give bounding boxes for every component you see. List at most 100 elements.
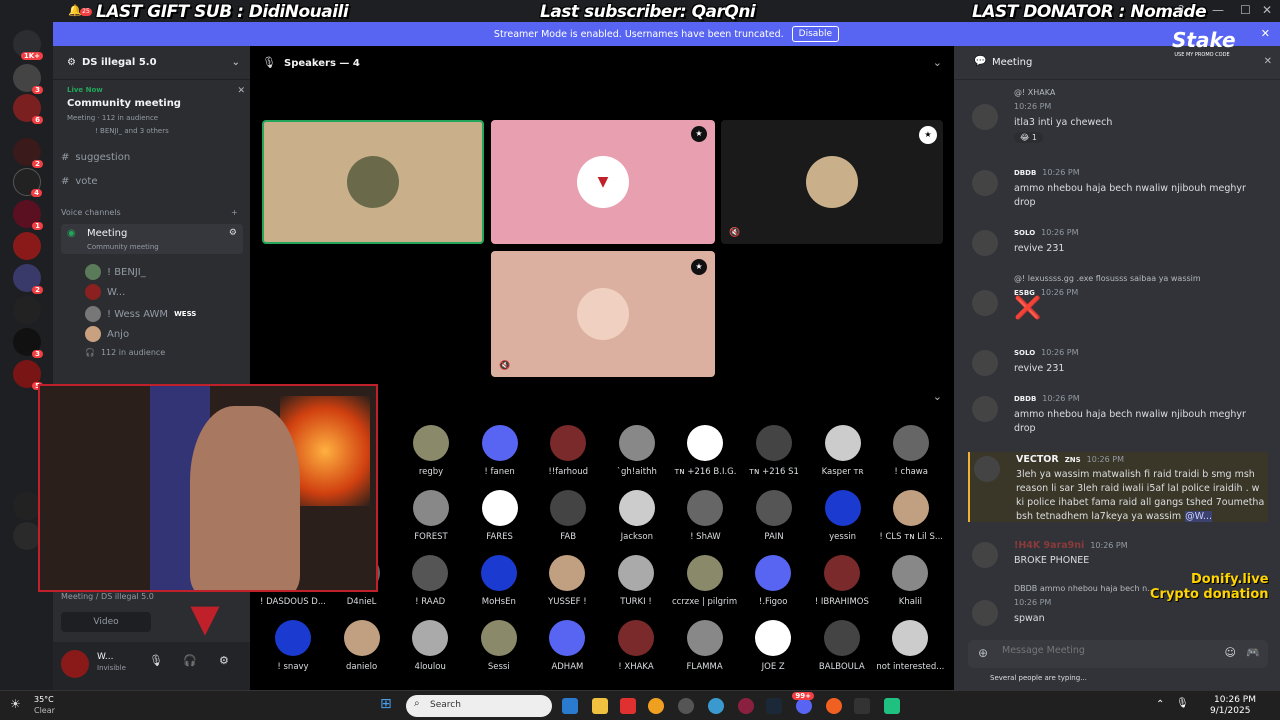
audience-member[interactable]: danielo — [327, 620, 397, 672]
speaker-tile[interactable]: ★ 🔇 — [491, 251, 715, 377]
author-name[interactable]: !H4K 9ara9ni — [1014, 540, 1084, 551]
user-mention[interactable]: @W... — [1185, 511, 1213, 522]
audience-member[interactable]: ! ShAW — [670, 490, 740, 542]
channel-suggestion[interactable]: # suggestion — [61, 152, 130, 163]
avatar[interactable] — [972, 104, 998, 130]
app-icon[interactable] — [678, 698, 694, 714]
avatar[interactable] — [974, 456, 1000, 482]
server-icon[interactable]: 3 — [13, 64, 43, 94]
app-icon[interactable] — [738, 698, 754, 714]
audience-member[interactable]: FLAMMA — [670, 620, 740, 672]
audience-member[interactable]: yessin — [808, 490, 878, 542]
gamepad-icon[interactable]: 🎮 — [1246, 646, 1260, 659]
live-stage-card[interactable]: Live Now Community meeting Meeting · 112… — [67, 86, 247, 135]
audience-member[interactable]: Kasper ᴛʀ — [808, 425, 878, 477]
clock-date[interactable]: 9/1/2025 — [1210, 706, 1250, 716]
speaker-tile[interactable]: ▼ ★ — [491, 120, 715, 244]
audience-member[interactable]: ᴛɴ +216 S1 — [739, 425, 809, 477]
reaction-pill[interactable]: 😂 1 — [1014, 132, 1043, 143]
audience-member[interactable]: ADHAM — [532, 620, 602, 672]
server-icon[interactable]: 6 — [13, 94, 43, 124]
chat-message[interactable]: @! XHAKA 10:26 PM itla3 inti ya chewech 😂 1 — [968, 86, 1268, 156]
file-explorer-icon[interactable] — [592, 698, 608, 714]
avatar[interactable] — [972, 350, 998, 376]
audience-member[interactable]: ! IBRAHIMOS — [807, 555, 877, 607]
microphone-icon[interactable]: 🎙 — [149, 654, 163, 667]
audience-member[interactable]: ccrzxe | pilgrim — [670, 555, 740, 607]
close-window-icon[interactable]: ✕ — [1262, 3, 1272, 17]
audience-member[interactable]: MoHsEn — [464, 555, 534, 607]
voice-member[interactable]: Anjo — [85, 326, 129, 342]
audience-member[interactable]: JOE Z — [738, 620, 808, 672]
audience-member[interactable]: ! snavy — [258, 620, 328, 672]
home-icon[interactable]: 1K+ — [13, 30, 43, 60]
avatar[interactable] — [972, 542, 998, 568]
chat-message[interactable]: VECTOR ZNS 10:26 PM 3leh ya wassim matwalis… — [968, 452, 1268, 522]
server-icon[interactable]: 3 — [13, 328, 43, 358]
voice-path[interactable]: Meeting / DS illegal 5.0 — [61, 592, 154, 601]
close-banner-icon[interactable]: ✕ — [1261, 27, 1270, 40]
audience-member[interactable]: PAIN — [739, 490, 809, 542]
server-icon[interactable] — [13, 522, 41, 550]
app-icon[interactable] — [854, 698, 870, 714]
reply-preview[interactable]: DBDB ammo nhebou haja bech n... — [1014, 584, 1155, 593]
emoji-icon[interactable]: ☺ — [1225, 646, 1236, 659]
audience-member[interactable]: regby — [396, 425, 466, 477]
audience-member[interactable]: ! CLS ᴛɴ Lil S... — [876, 490, 946, 542]
audience-member[interactable]: ! fanen — [465, 425, 535, 477]
avatar[interactable] — [972, 600, 998, 626]
audience-member[interactable]: FARES — [465, 490, 535, 542]
audience-member[interactable]: TURKI ! — [601, 555, 671, 607]
chat-message[interactable]: @! lexussss.gg .exe flosusss saibaa ya w… — [968, 272, 1268, 342]
add-attachment-icon[interactable]: ⊕ — [978, 646, 988, 660]
chrome-icon[interactable] — [648, 698, 664, 714]
audience-member[interactable]: !.Figoo — [738, 555, 808, 607]
message-input[interactable] — [1002, 645, 1202, 656]
reply-preview[interactable]: @! lexussss.gg .exe flosusss saibaa ya w… — [1014, 274, 1201, 283]
collapse-audience-icon[interactable]: ⌄ — [933, 390, 942, 403]
store-icon[interactable] — [620, 698, 636, 714]
server-icon[interactable] — [13, 492, 41, 520]
app-icon[interactable] — [884, 698, 900, 714]
add-channel-icon[interactable]: + — [231, 208, 238, 217]
audience-member[interactable]: ᴛɴ +216 B.I.G. — [670, 425, 740, 477]
headphones-icon[interactable]: 🎧 — [183, 654, 197, 667]
server-icon[interactable] — [13, 296, 41, 324]
server-icon[interactable]: 2 — [13, 264, 43, 294]
audience-member[interactable]: ! XHAKA — [601, 620, 671, 672]
speaker-tile[interactable] — [262, 120, 484, 244]
audience-member[interactable]: FAB — [533, 490, 603, 542]
author-name[interactable]: VECTOR — [1016, 454, 1059, 465]
chevron-down-icon[interactable]: ⌄ — [232, 57, 240, 68]
edge-icon[interactable] — [562, 698, 578, 714]
audience-member[interactable]: !!farhoud — [533, 425, 603, 477]
channel-vote[interactable]: # vote — [61, 176, 98, 187]
audience-count[interactable]: 🎧 112 in audience — [85, 348, 165, 357]
avatar[interactable] — [972, 396, 998, 422]
firefox-icon[interactable] — [826, 698, 842, 714]
settings-icon[interactable]: ⚙ — [219, 654, 229, 667]
audience-member[interactable]: BALBOULA — [807, 620, 877, 672]
avatar[interactable] — [972, 230, 998, 256]
video-button[interactable]: Video — [61, 612, 151, 632]
windows-start-icon[interactable]: ⊞ — [380, 696, 392, 712]
voice-member[interactable]: ! BENJI_ — [85, 264, 146, 280]
speaker-tile[interactable]: ★ 🔇 — [721, 120, 943, 244]
mic-tray-icon[interactable]: 🎙 — [1176, 698, 1189, 709]
channel-settings-icon[interactable]: ⚙ — [229, 228, 237, 238]
audience-member[interactable]: Khalil — [875, 555, 945, 607]
taskbar-search[interactable]: ⌕ Search — [406, 695, 552, 717]
minimize-icon[interactable]: — — [1212, 3, 1224, 17]
reply-preview[interactable]: @! XHAKA — [1014, 88, 1055, 97]
avatar[interactable] — [61, 650, 89, 678]
weather-icon[interactable]: ☀ — [10, 697, 21, 711]
telegram-icon[interactable] — [708, 698, 724, 714]
voice-member[interactable]: W... — [85, 284, 125, 300]
audience-member[interactable]: ! RAAD — [395, 555, 465, 607]
close-live-icon[interactable]: ✕ — [237, 86, 245, 96]
audience-member[interactable]: 4loulou — [395, 620, 465, 672]
audience-member[interactable]: ! chawa — [876, 425, 946, 477]
collapse-speakers-icon[interactable]: ⌄ — [933, 56, 942, 69]
server-header[interactable]: ⚙ DS illegal 5.0 ⌄ — [53, 46, 250, 80]
server-icon[interactable]: 4 — [13, 168, 42, 197]
